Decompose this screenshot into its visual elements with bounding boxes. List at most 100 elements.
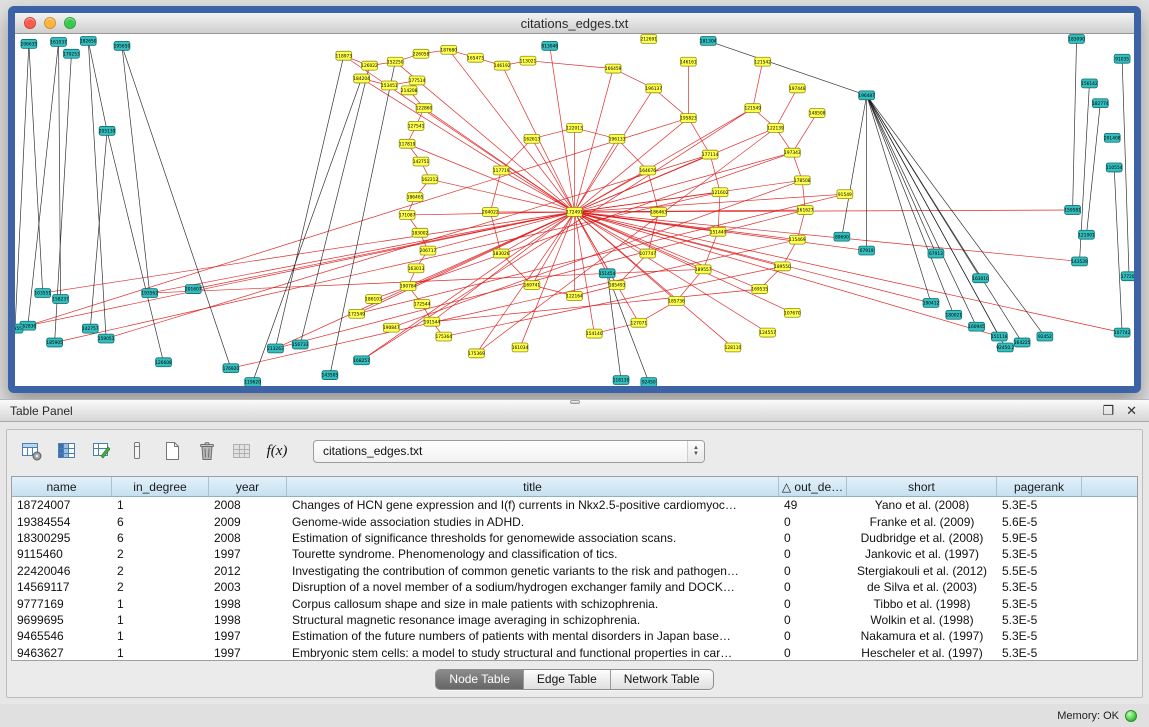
- graph-edge[interactable]: [528, 61, 613, 69]
- graph-edge[interactable]: [15, 44, 29, 329]
- graph-edge[interactable]: [122, 46, 231, 368]
- column-settings-icon[interactable]: [19, 438, 45, 464]
- graph-edge[interactable]: [688, 118, 710, 155]
- graph-edge[interactable]: [29, 44, 43, 293]
- table-row[interactable]: 1938455462009Genome-wide association stu…: [12, 513, 1137, 529]
- column-header-short[interactable]: short: [847, 477, 997, 496]
- table-row[interactable]: 911546021997Tourette syndrome. Phenomeno…: [12, 546, 1137, 562]
- close-window-button[interactable]: [24, 17, 36, 29]
- table-row[interactable]: 1872400712008Changes of HCN gene express…: [12, 497, 1137, 513]
- memory-status-indicator: [1125, 710, 1137, 722]
- graph-edge[interactable]: [710, 155, 720, 193]
- graph-node-label: 154140: [586, 331, 603, 337]
- tab-edge-table[interactable]: Edge Table: [524, 670, 611, 689]
- graph-node-label: 127541: [408, 124, 425, 130]
- graph-edge[interactable]: [362, 78, 575, 211]
- column-header-year[interactable]: year: [209, 477, 287, 496]
- graph-edge[interactable]: [575, 212, 639, 323]
- graph-edge[interactable]: [753, 62, 763, 108]
- graph-node-label: 91035: [1115, 56, 1129, 62]
- network-table-select[interactable]: citations_edges.txt ▲ ▼: [313, 440, 705, 463]
- graph-edge[interactable]: [792, 113, 817, 153]
- table-row[interactable]: 946554611997Estimation of the future num…: [12, 628, 1137, 644]
- single-column-icon[interactable]: [124, 438, 150, 464]
- graph-edge[interactable]: [1122, 59, 1129, 277]
- table-row[interactable]: 969969511998Structural magnetic resonanc…: [12, 612, 1137, 628]
- graph-edge[interactable]: [122, 46, 150, 293]
- cell-short: Jankovic et al. (1997): [847, 547, 997, 561]
- table-row[interactable]: 1456911722003Disruption of a novel membe…: [12, 579, 1137, 595]
- graph-edge[interactable]: [867, 95, 931, 303]
- import-table-icon[interactable]: [229, 438, 255, 464]
- graph-edge[interactable]: [501, 170, 574, 212]
- window-titlebar[interactable]: citations_edges.txt: [15, 13, 1134, 34]
- graph-edge[interactable]: [842, 95, 867, 236]
- table-row[interactable]: 2242004622012Investigating the contribut…: [12, 563, 1137, 579]
- column-header-in_degree[interactable]: in_degree: [112, 477, 209, 496]
- graph-node-label: 183026: [493, 251, 510, 257]
- cell-name: 22420046: [12, 564, 112, 578]
- close-panel-icon[interactable]: ✕: [1126, 404, 1137, 418]
- graph-edge[interactable]: [300, 66, 369, 345]
- graph-edge[interactable]: [344, 56, 575, 212]
- tab-network-table[interactable]: Network Table: [611, 670, 713, 689]
- float-panel-icon[interactable]: ❐: [1102, 404, 1114, 418]
- graph-edge[interactable]: [867, 95, 1045, 336]
- graph-node-label: 182650: [80, 39, 97, 45]
- zoom-window-button[interactable]: [64, 17, 76, 29]
- column-header-title[interactable]: title: [287, 477, 779, 496]
- graph-edge[interactable]: [648, 170, 659, 212]
- graph-edge[interactable]: [708, 41, 866, 95]
- graph-edge[interactable]: [55, 192, 720, 342]
- column-header-out_degree[interactable]: △ out_de…: [779, 477, 847, 496]
- graph-edge[interactable]: [532, 212, 575, 285]
- new-table-icon[interactable]: [159, 438, 185, 464]
- graph-edge[interactable]: [88, 41, 106, 339]
- graph-edge[interactable]: [575, 128, 776, 212]
- cell-year: 2008: [209, 498, 287, 512]
- graph-edge[interactable]: [253, 78, 362, 382]
- graph-edge[interactable]: [532, 139, 575, 212]
- graph-edge[interactable]: [275, 56, 343, 349]
- select-columns-icon[interactable]: [54, 438, 80, 464]
- graph-edge[interactable]: [1073, 39, 1077, 210]
- graph-edge[interactable]: [867, 95, 981, 278]
- cell-title: Corpus callosum shape and size in male p…: [287, 597, 779, 611]
- panel-splitter-handle[interactable]: [570, 400, 580, 404]
- graph-edge[interactable]: [432, 289, 760, 322]
- column-header-name[interactable]: name: [12, 477, 112, 496]
- graph-edge[interactable]: [575, 69, 614, 212]
- graph-edge[interactable]: [867, 95, 1006, 347]
- graph-node-label: 172491: [566, 210, 583, 216]
- minimize-window-button[interactable]: [44, 17, 56, 29]
- cell-name: 9699695: [12, 613, 112, 627]
- graph-edge[interactable]: [490, 170, 501, 212]
- graph-edge[interactable]: [28, 42, 59, 326]
- function-builder-icon[interactable]: f(x): [264, 438, 290, 464]
- graph-edge[interactable]: [575, 212, 1123, 333]
- delete-table-icon[interactable]: [194, 438, 220, 464]
- graph-edge[interactable]: [867, 95, 954, 315]
- graph-edge[interactable]: [150, 212, 575, 293]
- graph-node-label: 110554: [1106, 165, 1123, 171]
- graph-edge[interactable]: [575, 139, 618, 212]
- edit-table-icon[interactable]: [89, 438, 115, 464]
- graph-edge[interactable]: [575, 212, 1000, 337]
- graph-edge[interactable]: [476, 128, 775, 353]
- graph-edge[interactable]: [575, 210, 1073, 212]
- graph-edge[interactable]: [90, 131, 107, 329]
- graph-edge[interactable]: [867, 95, 936, 253]
- network-canvas[interactable]: 1724911864631077471854931221641697411830…: [15, 34, 1134, 386]
- graph-edge[interactable]: [1086, 103, 1100, 235]
- table-row[interactable]: 977716911998Corpus callosum shape and si…: [12, 595, 1137, 611]
- graph-edge[interactable]: [776, 88, 798, 128]
- graph-edge[interactable]: [575, 180, 803, 212]
- cell-year: 1998: [209, 597, 287, 611]
- column-header-pagerank[interactable]: pagerank: [997, 477, 1082, 496]
- table-row[interactable]: 1830029562008Estimation of significance …: [12, 530, 1137, 546]
- graph-edge[interactable]: [106, 155, 710, 339]
- graph-node-label: 121549: [744, 106, 761, 112]
- tab-node-table[interactable]: Node Table: [436, 670, 524, 689]
- graph-edge[interactable]: [1114, 167, 1122, 332]
- table-row[interactable]: 946362711997Embryonic stem cells: a mode…: [12, 645, 1137, 661]
